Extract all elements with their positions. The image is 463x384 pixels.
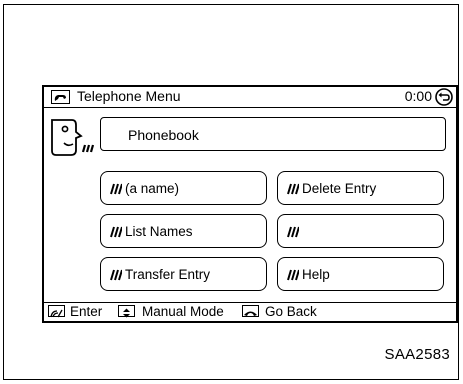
back-arrow-icon[interactable] bbox=[435, 88, 453, 106]
menu-item-label: Transfer Entry bbox=[125, 267, 211, 282]
voice-command-icon bbox=[287, 269, 299, 281]
status-bar: Enter Manual Mode Go Back bbox=[44, 302, 456, 321]
call-timer: 0:00 bbox=[404, 88, 432, 104]
telephone-menu-screen: Telephone Menu 0:00 Phonebook (a name) D… bbox=[42, 85, 458, 323]
transfer-entry-button[interactable]: Transfer Entry bbox=[100, 257, 267, 291]
menu-item-label: Help bbox=[302, 267, 330, 282]
blank-voice-button[interactable] bbox=[277, 214, 444, 248]
go-back-label: Go Back bbox=[265, 304, 317, 319]
menu-item-label: Delete Entry bbox=[302, 181, 377, 196]
menu-item-label: (a name) bbox=[125, 181, 180, 196]
enter-label: Enter bbox=[70, 304, 103, 319]
a-name-button[interactable]: (a name) bbox=[100, 171, 267, 205]
voice-command-icon bbox=[110, 183, 122, 195]
screen-title: Telephone Menu bbox=[77, 88, 181, 104]
manual-mode-label: Manual Mode bbox=[142, 304, 224, 319]
hang-up-phone-icon bbox=[242, 305, 259, 317]
figure-frame: Telephone Menu 0:00 Phonebook (a name) D… bbox=[3, 4, 459, 380]
phone-icon bbox=[51, 90, 70, 104]
phonebook-button[interactable]: Phonebook bbox=[100, 117, 446, 151]
title-bar: Telephone Menu 0:00 bbox=[44, 87, 456, 108]
voice-command-icon bbox=[110, 269, 122, 281]
voice-command-icon bbox=[110, 226, 122, 238]
voice-recognition-face-icon bbox=[51, 119, 95, 156]
up-down-arrow-icon bbox=[118, 305, 135, 318]
phonebook-label: Phonebook bbox=[128, 127, 199, 143]
voice-command-icon bbox=[287, 183, 299, 195]
list-names-button[interactable]: List Names bbox=[100, 214, 267, 248]
menu-item-label: List Names bbox=[125, 224, 193, 239]
help-button[interactable]: Help bbox=[277, 257, 444, 291]
talk-switch-icon bbox=[48, 305, 65, 318]
delete-entry-button[interactable]: Delete Entry bbox=[277, 171, 444, 205]
figure-code: SAA2583 bbox=[384, 346, 450, 363]
voice-command-icon bbox=[287, 226, 299, 238]
